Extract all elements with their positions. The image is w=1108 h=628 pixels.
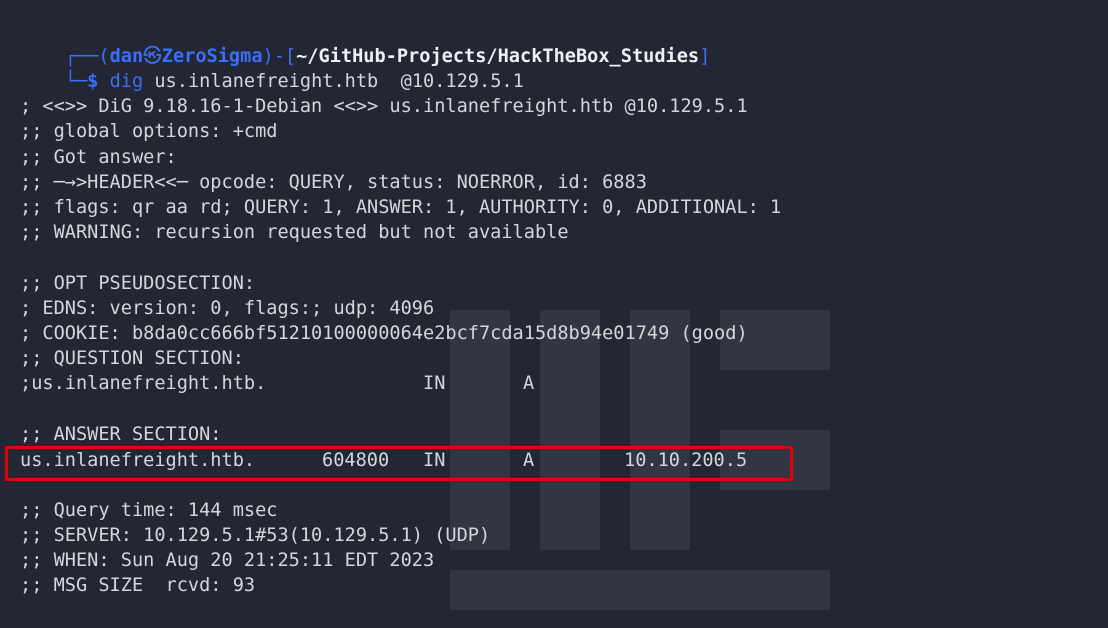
question-section-header: ;; QUESTION SECTION: xyxy=(20,348,244,369)
when-line: ;; WHEN: Sun Aug 20 21:25:11 EDT 2023 xyxy=(20,550,435,571)
answer-highlight-box xyxy=(5,446,793,481)
command-name: dig xyxy=(109,71,144,92)
prompt-close: ] xyxy=(699,46,711,67)
question-name: ;us.inlanefreight.htb. xyxy=(20,373,267,394)
server-line: ;; SERVER: 10.129.5.1#53(10.129.5.1) (UD… xyxy=(20,525,491,546)
edns-line: ; EDNS: version: 0, flags:; udp: 4096 xyxy=(20,298,435,319)
msg-size-line: ;; MSG SIZE rcvd: 93 xyxy=(20,575,256,596)
opt-section-header: ;; OPT PSEUDOSECTION: xyxy=(20,273,256,294)
prompt-line: ┌──(dan㉿ZeroSigma)-[~/GitHub-Projects/Ha… xyxy=(20,19,711,67)
command-line[interactable]: └─$ dig us.inlanefreight.htb @10.129.5.1 xyxy=(20,44,524,92)
warning-line: ;; WARNING: recursion requested but not … xyxy=(20,222,569,243)
global-options: ;; global options: +cmd xyxy=(20,121,278,142)
dig-banner: ; <<>> DiG 9.18.16-1-Debian <<>> us.inla… xyxy=(20,96,748,117)
question-type: A xyxy=(523,373,535,394)
watermark-logo xyxy=(450,310,830,610)
terminal-window[interactable]: ┌──(dan㉿ZeroSigma)-[~/GitHub-Projects/Ha… xyxy=(0,0,1108,628)
query-time: ;; Query time: 144 msec xyxy=(20,500,278,521)
got-answer: ;; Got answer: xyxy=(20,147,177,168)
answer-section-header: ;; ANSWER SECTION: xyxy=(20,424,222,445)
header-line: ;; ─→>HEADER<<─ opcode: QUERY, status: N… xyxy=(20,172,647,193)
flags-line: ;; flags: qr aa rd; QUERY: 1, ANSWER: 1,… xyxy=(20,197,782,218)
question-record: ;us.inlanefreight.htb. IN A xyxy=(20,371,720,396)
prompt-dollar: $ xyxy=(87,71,99,92)
cookie-line: ; COOKIE: b8da0cc666bf51210100000064e2bc… xyxy=(20,323,748,344)
question-class: IN xyxy=(423,373,446,394)
command-args: us.inlanefreight.htb @10.129.5.1 xyxy=(143,71,524,92)
prompt-corner: └─ xyxy=(64,71,88,92)
